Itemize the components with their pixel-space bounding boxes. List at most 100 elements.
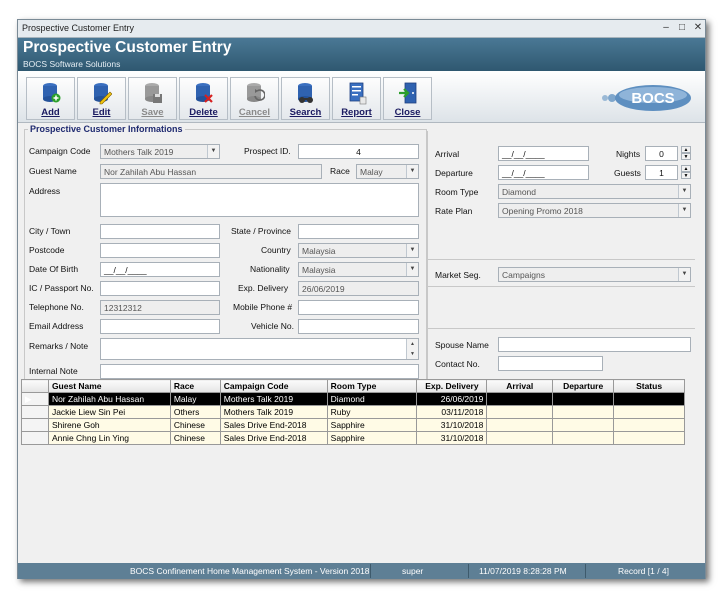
country-select[interactable]: Malaysia ▼ <box>298 243 419 258</box>
status-user: super <box>402 566 424 576</box>
nights-field[interactable]: 0 <box>645 146 678 161</box>
rate-plan-select[interactable]: Opening Promo 2018 ▼ <box>498 203 691 218</box>
cell-guest-name: Jackie Liew Sin Pei <box>47 405 171 419</box>
state-field[interactable] <box>298 224 419 239</box>
save-button[interactable]: Save <box>128 77 177 120</box>
email-label: Email Address <box>29 321 84 331</box>
add-button[interactable]: Add <box>26 77 75 120</box>
market-seg-label: Market Seg. <box>435 270 481 280</box>
maximize-icon[interactable]: □ <box>674 20 690 36</box>
column-header[interactable]: Room Type <box>326 379 418 393</box>
mobile-field[interactable] <box>298 300 419 315</box>
column-header[interactable]: Status <box>613 379 685 393</box>
guest-name-label: Guest Name <box>29 166 77 176</box>
prospect-grid[interactable]: Guest Name Race Campaign Code Room Type … <box>21 379 685 445</box>
row-header <box>21 418 49 432</box>
logo-text: BOCS <box>631 90 674 107</box>
remarks-field[interactable]: ▲ ▼ <box>100 338 419 360</box>
ic-passport-label: IC / Passport No. <box>29 283 94 293</box>
race-select[interactable]: Malay ▼ <box>356 164 419 179</box>
dob-field[interactable]: __/__/____ <box>100 262 220 277</box>
cell-guest-name: Nor Zahilah Abu Hassan <box>47 392 171 406</box>
nationality-label: Nationality <box>250 264 290 274</box>
city-field[interactable] <box>100 224 220 239</box>
cell-exp-delivery: 31/10/2018 <box>416 418 488 432</box>
nights-label: Nights <box>616 149 641 159</box>
guests-stepper[interactable]: ▲ ▼ <box>681 165 691 180</box>
status-divider <box>468 564 469 578</box>
column-header[interactable]: Departure <box>552 379 615 393</box>
exp-delivery-label: Exp. Delivery <box>238 283 289 293</box>
cell-status <box>613 431 685 445</box>
cell-arrival <box>486 431 554 445</box>
table-row[interactable]: Jackie Liew Sin Pei Others Mothers Talk … <box>21 405 685 419</box>
vehicle-field[interactable] <box>298 319 419 334</box>
prospect-id-field[interactable]: 4 <box>298 144 419 159</box>
cell-arrival <box>486 405 554 419</box>
edit-icon <box>94 83 112 105</box>
table-row[interactable]: Shirene Goh Chinese Sales Drive End-2018… <box>21 418 685 432</box>
status-divider <box>370 564 371 578</box>
city-label: City / Town <box>29 226 71 236</box>
row-header-corner <box>21 379 49 393</box>
delete-button[interactable]: Delete <box>179 77 228 120</box>
close-window-icon[interactable]: ✕ <box>690 20 706 36</box>
ic-passport-field[interactable] <box>100 281 220 296</box>
column-header[interactable]: Arrival <box>486 379 554 393</box>
chevron-down-icon: ▼ <box>678 268 690 281</box>
status-system: BOCS Confinement Home Management System … <box>130 566 370 576</box>
cell-status <box>613 418 685 432</box>
edit-button[interactable]: Edit <box>77 77 126 120</box>
telephone-field[interactable]: 12312312 <box>100 300 220 315</box>
arrival-label: Arrival <box>435 149 460 159</box>
spouse-name-field[interactable] <box>498 337 691 352</box>
cell-arrival <box>486 392 554 406</box>
column-header[interactable]: Race <box>169 379 221 393</box>
status-divider <box>585 564 586 578</box>
divider <box>428 286 695 287</box>
search-button[interactable]: Search <box>281 77 330 120</box>
cell-departure <box>552 431 615 445</box>
vehicle-label: Vehicle No. <box>251 321 294 331</box>
arrival-field[interactable]: __/__/____ <box>498 146 589 161</box>
table-row[interactable]: ▶ Nor Zahilah Abu Hassan Malay Mothers T… <box>21 392 685 406</box>
nights-stepper[interactable]: ▲ ▼ <box>681 146 691 161</box>
column-header[interactable]: Guest Name <box>47 379 171 393</box>
cell-arrival <box>486 418 554 432</box>
guest-name-field[interactable]: Nor Zahilah Abu Hassan <box>100 164 322 179</box>
cancel-icon <box>247 83 265 102</box>
remarks-label: Remarks / Note <box>29 341 89 351</box>
cell-race: Others <box>169 405 221 419</box>
departure-label: Departure <box>435 168 473 178</box>
grid-header-row: Guest Name Race Campaign Code Room Type … <box>21 379 685 393</box>
exp-delivery-field[interactable]: 26/06/2019 <box>298 281 419 296</box>
cell-room-type: Diamond <box>326 392 418 406</box>
spouse-name-label: Spouse Name <box>435 340 489 350</box>
minimize-icon[interactable]: – <box>658 20 674 36</box>
report-button[interactable]: Report <box>332 77 381 120</box>
postcode-field[interactable] <box>100 243 220 258</box>
nationality-select[interactable]: Malaysia ▼ <box>298 262 419 277</box>
cell-guest-name: Annie Chng Lin Ying <box>47 431 171 445</box>
main-window: Prospective Customer Entry – □ ✕ Prospec… <box>17 19 706 579</box>
guests-field[interactable]: 1 <box>645 165 678 180</box>
email-field[interactable] <box>100 319 220 334</box>
room-type-select[interactable]: Diamond ▼ <box>498 184 691 199</box>
toolbar: Add Edit Save Delete Cancel Search Repor… <box>18 71 705 123</box>
cell-campaign-code: Mothers Talk 2019 <box>219 392 328 406</box>
state-label: State / Province <box>231 226 292 236</box>
market-seg-select[interactable]: Campaigns ▼ <box>498 267 691 282</box>
cancel-button[interactable]: Cancel <box>230 77 279 120</box>
column-header[interactable]: Exp. Delivery <box>416 379 488 393</box>
column-header[interactable]: Campaign Code <box>219 379 328 393</box>
close-button[interactable]: Close <box>383 77 432 120</box>
campaign-code-select[interactable]: Mothers Talk 2019 ▼ <box>100 144 220 159</box>
address-field[interactable] <box>100 183 419 217</box>
contact-no-field[interactable] <box>498 356 603 371</box>
scrollbar: ▲ ▼ <box>406 339 418 359</box>
departure-field[interactable]: __/__/____ <box>498 165 589 180</box>
rate-plan-label: Rate Plan <box>435 206 473 216</box>
internal-note-field[interactable] <box>100 364 419 379</box>
row-header <box>21 431 49 445</box>
table-row[interactable]: Annie Chng Lin Ying Chinese Sales Drive … <box>21 431 685 445</box>
